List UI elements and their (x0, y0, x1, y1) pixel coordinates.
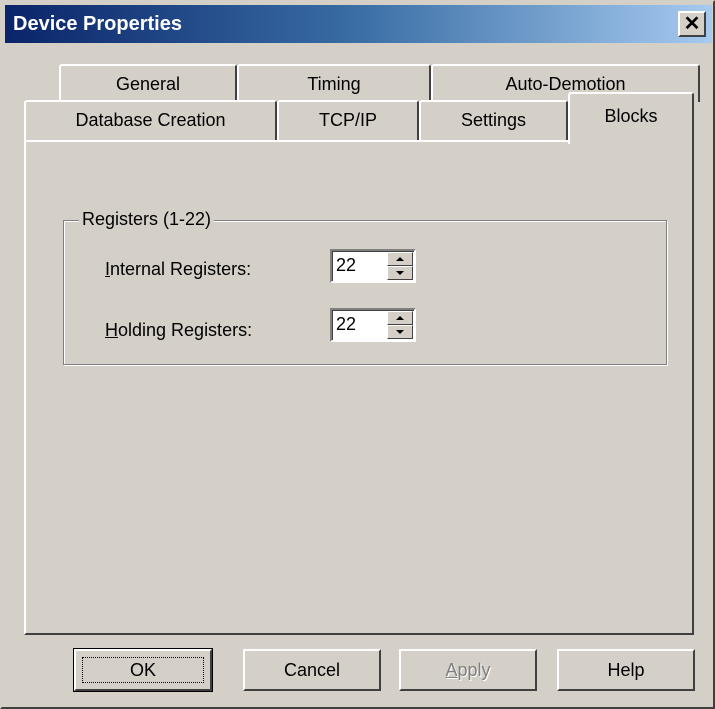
apply-button-label: pply (457, 660, 491, 680)
tab-settings-label: Settings (460, 110, 527, 130)
holding-registers-up-button[interactable] (387, 311, 413, 325)
arrow-up-icon (396, 257, 404, 261)
tab-timing-label: Timing (307, 74, 361, 94)
device-properties-dialog: Device Properties ✕ General Timing Auto-… (0, 0, 715, 709)
close-icon: ✕ (683, 13, 701, 35)
internal-registers-spinbox[interactable]: 22 (330, 249, 416, 283)
title-bar[interactable]: Device Properties ✕ (5, 5, 712, 43)
apply-button[interactable]: Apply (399, 649, 537, 691)
internal-registers-up-button[interactable] (387, 252, 413, 266)
close-button[interactable]: ✕ (678, 11, 706, 37)
help-button-label: Help (607, 660, 645, 680)
holding-registers-down-button[interactable] (387, 325, 413, 339)
tab-database-creation[interactable]: Database Creation (24, 100, 277, 142)
arrow-down-icon (396, 330, 404, 334)
help-button[interactable]: Help (557, 649, 695, 691)
tab-auto-demotion-label: Auto-Demotion (505, 74, 626, 94)
cancel-button[interactable]: Cancel (243, 649, 381, 691)
internal-registers-down-button[interactable] (387, 266, 413, 280)
internal-registers-label-text: nternal Registers: (110, 259, 252, 279)
focus-rectangle (82, 657, 204, 683)
apply-button-accelerator: A (445, 660, 458, 680)
registers-groupbox (63, 220, 667, 365)
tab-blocks-label: Blocks (604, 106, 658, 126)
tab-database-creation-label: Database Creation (75, 110, 226, 130)
holding-registers-label-text: olding Registers: (118, 320, 253, 340)
registers-group-label: Registers (1-22) (79, 209, 215, 230)
internal-registers-spin-buttons (387, 252, 413, 280)
tab-settings[interactable]: Settings (419, 100, 568, 142)
internal-registers-value[interactable]: 22 (336, 255, 356, 276)
holding-registers-spinbox[interactable]: 22 (330, 308, 416, 342)
arrow-down-icon (396, 271, 404, 275)
tab-general-label: General (115, 74, 181, 94)
ok-button[interactable]: OK (73, 648, 213, 692)
arrow-up-icon (396, 316, 404, 320)
holding-registers-value[interactable]: 22 (336, 314, 356, 335)
tab-tcpip[interactable]: TCP/IP (277, 100, 419, 142)
tab-tcpip-label: TCP/IP (318, 110, 377, 130)
tab-general[interactable]: General (59, 64, 237, 102)
holding-registers-label: Holding Registers: (105, 320, 252, 341)
holding-registers-spin-buttons (387, 311, 413, 339)
holding-registers-accelerator: H (105, 320, 118, 340)
tab-timing[interactable]: Timing (237, 64, 431, 102)
window-title: Device Properties (13, 13, 182, 35)
cancel-button-label: Cancel (283, 660, 341, 680)
internal-registers-label: Internal Registers: (105, 259, 251, 280)
tab-blocks[interactable]: Blocks (568, 92, 694, 144)
